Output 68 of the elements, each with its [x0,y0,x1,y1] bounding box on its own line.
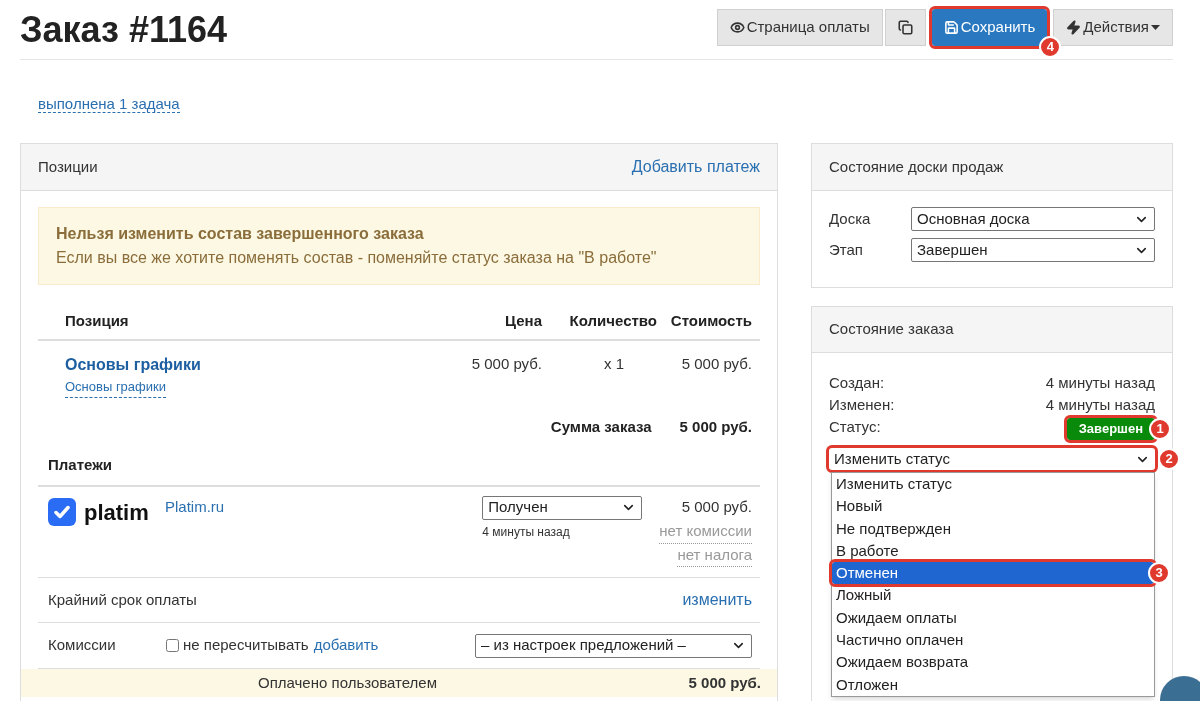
panel-title: Состояние доски продаж [829,156,1004,177]
lightning-icon [1066,20,1082,35]
column-header: Стоимость [669,310,753,331]
callout-number: 4 [1039,36,1062,58]
check-logo-icon [48,498,76,526]
panel-title: Позиции [38,156,98,177]
cost-cell-text: 5 000 руб. [680,354,753,374]
payment-status-select[interactable]: Получен [482,495,643,520]
status-option[interactable]: Ложный [832,584,1154,607]
board-select[interactable]: Завершен [911,238,1155,262]
panel-title: Состояние заказа [829,319,954,340]
copy-button[interactable] [884,9,926,46]
status-option[interactable]: Отменен [832,562,1154,585]
tasks-link[interactable]: выполнена 1 задача [38,95,180,113]
callout-number: 2 [1158,448,1180,470]
payments-title: Платежи [38,438,760,487]
price-cell-text: 5 000 руб. [470,354,542,374]
actions-button[interactable]: Действия [1053,9,1173,46]
save-button[interactable]: Сохранить [931,9,1048,46]
caret-icon [1151,25,1160,30]
paid-value: 5 000 руб. [688,672,762,693]
field-value: 4 минуты назад [1045,373,1155,393]
eye-icon [729,20,745,35]
total-label: Сумма заказа [550,416,652,437]
change-link[interactable]: изменить [682,588,752,612]
status-option[interactable]: Частично оплачен [832,629,1154,652]
column-header: Количество [568,310,657,331]
page-title: Заказ #1164 [20,7,228,52]
paid-label: Оплачено пользователем [257,672,438,693]
commission-select[interactable]: – из настроек предложений – [475,633,752,658]
add-link[interactable]: добавить [313,634,475,657]
status-option[interactable]: Ожидаем возврата [832,651,1154,674]
payment-amount: 5 000 руб. [681,496,752,517]
field-label: Этап [829,239,864,260]
provider-logo: platim [84,498,149,527]
field-label: Изменен: [829,395,895,415]
field-label: Доска [829,208,872,229]
status-option[interactable]: Изменить статус [832,473,1154,496]
alert-text: Если вы все же хотите поменять состав - поменяйте статус заказа на "В работе" [56,248,658,268]
provider-link[interactable]: Platim.ru [165,495,483,518]
quantity-cell-text: x 1 [603,354,625,374]
board-select[interactable]: Основная доска [911,207,1155,231]
checkbox-label: не пересчитывать [183,635,309,656]
field-label: Создан: [829,373,885,393]
product-link[interactable]: Основы графики [65,353,201,377]
callout-number: 1 [1149,418,1171,440]
status-badge: Завершен [1066,418,1155,440]
callout-number: 3 [1148,562,1170,585]
copy-icon [897,20,913,35]
status-option[interactable]: В работе [832,539,1154,563]
deadline-label: Крайний срок оплаты [48,589,197,610]
status-option[interactable]: Не подтвержден [832,517,1154,540]
field-value: 4 минуты назад [1045,395,1155,415]
alert-title: Нельзя изменить состав завершенного заказа [56,224,425,244]
payment-time: 4 минуты назад [482,523,571,541]
total-value: 5 000 руб. [679,416,752,437]
add-payment-link[interactable]: Добавить платеж [631,155,760,179]
column-header: Позиция [64,310,130,331]
status-option[interactable]: Ожидаем оплаты [832,606,1154,630]
commissions-label: Комиссии [48,635,117,656]
field-label: Статус: [829,417,881,437]
save-icon [943,20,959,35]
column-header: Цена [504,310,542,331]
recalc-checkbox[interactable] [166,639,179,652]
payment-page-button[interactable]: Страница оплаты [716,9,883,46]
status-option[interactable]: Новый [832,495,1154,518]
status-option[interactable]: Отложен [832,673,1154,696]
product-sublink[interactable]: Основы графики [65,377,166,398]
